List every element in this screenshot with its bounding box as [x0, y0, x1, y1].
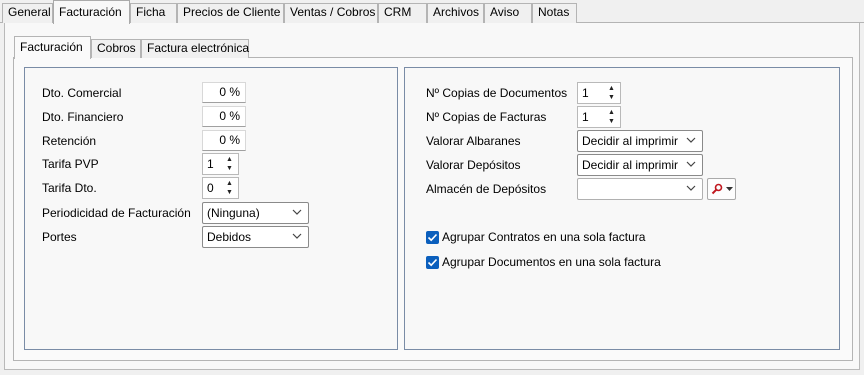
caret-down-icon	[726, 187, 733, 191]
tab-aviso[interactable]: Aviso	[484, 3, 532, 23]
dto-financiero-field[interactable]: 0 %	[202, 106, 246, 127]
tarifa-pvp-value: 1	[207, 157, 214, 171]
copias-documentos-value: 1	[582, 86, 589, 100]
tab-ventas-cobros[interactable]: Ventas / Cobros	[284, 3, 378, 23]
agrupar-documentos-label: Agrupar Documentos en una sola factura	[442, 255, 661, 269]
tarifa-dto-value: 0	[207, 181, 214, 195]
main-tab-bar: General Facturación Ficha Precios de Cli…	[0, 0, 864, 24]
portes-value: Debidos	[207, 230, 252, 244]
spin-arrows-icon[interactable]: ▲ ▼	[222, 155, 237, 173]
spin-arrows-icon[interactable]: ▲ ▼	[222, 179, 237, 197]
valorar-depositos-label: Valorar Depósitos	[426, 158, 521, 172]
retencion-field[interactable]: 0 %	[202, 130, 246, 151]
chevron-down-icon	[686, 161, 696, 167]
periodicidad-label: Periodicidad de Facturación	[42, 206, 191, 220]
agrupar-documentos-checkbox[interactable]	[426, 256, 439, 269]
search-icon	[711, 183, 723, 195]
copias-documentos-stepper[interactable]: 1 ▲ ▼	[577, 82, 621, 104]
checkmark-icon	[427, 233, 438, 242]
tarifa-dto-label: Tarifa Dto.	[42, 181, 97, 195]
copias-facturas-value: 1	[582, 110, 589, 124]
tarifa-pvp-label: Tarifa PVP	[42, 157, 99, 171]
valorar-albaranes-label: Valorar Albaranes	[426, 134, 521, 148]
tab-crm[interactable]: CRM	[378, 3, 427, 23]
tarifa-pvp-stepper[interactable]: 1 ▲ ▼	[202, 153, 239, 175]
tab-general[interactable]: General	[2, 3, 53, 23]
portes-select[interactable]: Debidos	[202, 226, 309, 248]
copias-facturas-label: Nº Copias de Facturas	[426, 110, 547, 124]
periodicidad-value: (Ninguna)	[207, 206, 260, 220]
chevron-down-icon	[686, 185, 696, 191]
almacen-lookup-button[interactable]	[707, 178, 736, 200]
subtab-cobros[interactable]: Cobros	[91, 39, 141, 58]
tarifa-dto-stepper[interactable]: 0 ▲ ▼	[202, 177, 239, 199]
tab-notas[interactable]: Notas	[532, 3, 577, 23]
valorar-albaranes-select[interactable]: Decidir al imprimir	[577, 130, 703, 152]
subtab-facturacion[interactable]: Facturación	[14, 36, 91, 59]
tab-precios-cliente[interactable]: Precios de Cliente	[177, 3, 284, 23]
tab-facturacion[interactable]: Facturación	[53, 0, 130, 24]
valorar-depositos-select[interactable]: Decidir al imprimir	[577, 154, 703, 176]
chevron-down-icon	[292, 209, 302, 215]
tab-archivos[interactable]: Archivos	[427, 3, 484, 23]
dto-comercial-field[interactable]: 0 %	[202, 82, 246, 103]
retencion-label: Retención	[42, 134, 97, 148]
checkmark-icon	[427, 258, 438, 267]
almacen-depositos-label: Almacén de Depósitos	[426, 182, 547, 196]
spin-arrows-icon[interactable]: ▲ ▼	[604, 108, 619, 126]
subtab-factura-electronica[interactable]: Factura electrónica	[141, 39, 249, 58]
periodicidad-select[interactable]: (Ninguna)	[202, 202, 309, 224]
agrupar-contratos-label: Agrupar Contratos en una sola factura	[442, 230, 646, 244]
valorar-albaranes-value: Decidir al imprimir	[582, 134, 679, 148]
dto-financiero-label: Dto. Financiero	[42, 110, 124, 124]
valorar-depositos-value: Decidir al imprimir	[582, 158, 679, 172]
agrupar-contratos-checkbox[interactable]	[426, 231, 439, 244]
almacen-depositos-select[interactable]	[577, 178, 703, 200]
chevron-down-icon	[686, 137, 696, 143]
copias-facturas-stepper[interactable]: 1 ▲ ▼	[577, 106, 621, 128]
dto-comercial-label: Dto. Comercial	[42, 86, 122, 100]
spin-arrows-icon[interactable]: ▲ ▼	[604, 84, 619, 102]
tab-ficha[interactable]: Ficha	[130, 3, 177, 23]
chevron-down-icon	[292, 233, 302, 239]
copias-documentos-label: Nº Copias de Documentos	[426, 86, 568, 100]
portes-label: Portes	[42, 230, 77, 244]
